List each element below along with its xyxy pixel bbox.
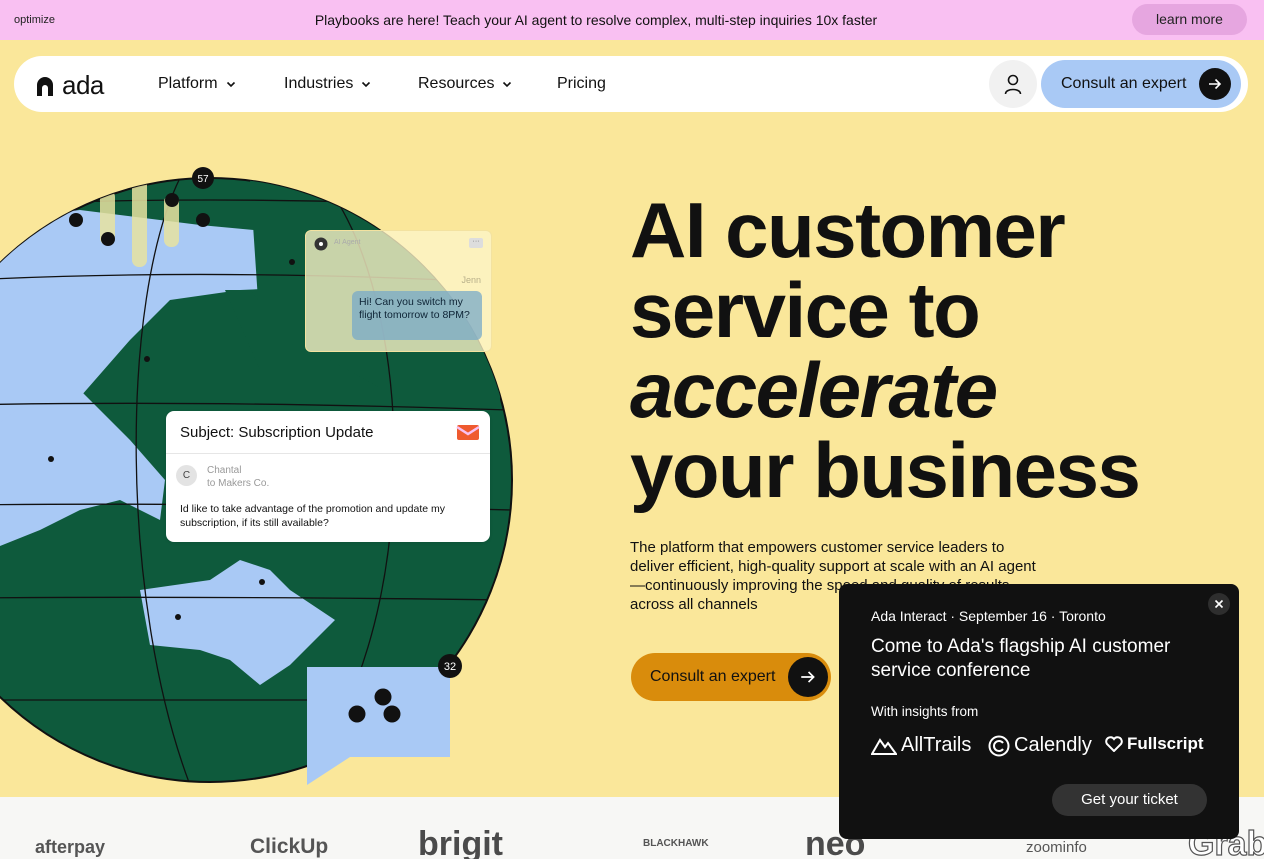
hero-consult-expert-button[interactable]: Consult an expert <box>631 653 831 701</box>
user-icon <box>1004 74 1022 95</box>
account-button[interactable] <box>989 60 1037 108</box>
sender-avatar: C <box>176 465 197 486</box>
chat-header: AI Agent <box>334 239 361 246</box>
hero-line-1: AI customer <box>630 186 1066 274</box>
chevron-down-icon <box>226 81 235 88</box>
ai-agent-icon <box>314 237 328 251</box>
main-nav: ada Platform Industries Resources Pricin… <box>14 56 1248 112</box>
brand-calendly: Calendly <box>988 734 1092 757</box>
event-promo-popup: Ada Interact · September 16 · Toronto Co… <box>839 584 1239 839</box>
hero-title: AI customer service to accelerate your b… <box>630 186 1141 514</box>
globe-badge-top: 57 <box>197 174 209 185</box>
logo-blackhawk: BLACKHAWK <box>643 838 709 849</box>
nav-item-label: Industries <box>284 75 354 92</box>
nav-consult-expert-button[interactable]: Consult an expert <box>1041 60 1241 108</box>
close-popup-button[interactable] <box>1208 593 1230 615</box>
brand-label: Fullscript <box>1127 734 1204 753</box>
get-ticket-button[interactable]: Get your ticket <box>1052 784 1207 816</box>
calendly-icon <box>988 735 1010 756</box>
event-details: Ada Interact · September 16 · Toronto <box>871 608 1106 624</box>
alltrails-icon <box>871 737 897 755</box>
email-divider <box>166 453 490 454</box>
logo-zoominfo: zoominfo <box>1026 839 1087 856</box>
learn-more-button[interactable]: learn more <box>1132 4 1247 35</box>
chevron-down-icon <box>503 81 512 88</box>
popup-headline: Come to Ada's flagship AI customer servi… <box>871 636 1171 681</box>
ada-logo-icon <box>37 76 53 96</box>
brand-fullscript: Fullscript <box>1105 734 1204 754</box>
nav-item-label: Platform <box>158 75 218 92</box>
nav-item-resources[interactable]: Resources <box>418 75 512 93</box>
nav-item-platform[interactable]: Platform <box>158 75 236 93</box>
logo-brigit: brigit <box>418 825 503 859</box>
email-body: Id like to take advantage of the promoti… <box>180 503 446 529</box>
hero-line-3: accelerate <box>630 346 998 434</box>
nav-item-label: Pricing <box>557 75 606 92</box>
ada-logo[interactable]: ada <box>34 70 104 101</box>
email-subject: Subject: Subscription Update <box>180 424 374 441</box>
hero-line-4: your business <box>630 426 1141 514</box>
nav-cta-label: Consult an expert <box>1061 75 1187 92</box>
insights-label: With insights from <box>871 704 979 719</box>
nav-item-industries[interactable]: Industries <box>284 75 371 93</box>
brand-label: AllTrails <box>901 734 972 756</box>
chat-bubble: Hi! Can you switch my flight tomorrow to… <box>352 291 482 340</box>
chat-menu-icon: ··· <box>469 238 483 248</box>
logo-clickup: ClickUp <box>250 835 329 858</box>
nav-item-label: Resources <box>418 75 495 92</box>
chevron-down-icon <box>362 81 371 88</box>
brand-label: Calendly <box>1014 734 1092 756</box>
banner-message[interactable]: Playbooks are here! Teach your AI agent … <box>0 12 1192 28</box>
email-sender: Chantal to Makers Co. <box>207 464 269 490</box>
chat-preview-card: AI Agent ··· Jenn Hi! Can you switch my … <box>305 230 492 352</box>
fullscript-icon <box>1105 736 1123 752</box>
email-preview-card: Subject: Subscription Update C Chantal t… <box>166 411 490 542</box>
announcement-banner: optimize Playbooks are here! Teach your … <box>0 0 1264 40</box>
arrow-right-icon <box>1199 68 1231 100</box>
sender-name: Chantal <box>207 465 242 476</box>
logo-text: ada <box>62 70 104 100</box>
globe-badge-bottom: 32 <box>444 661 456 673</box>
logo-afterpay: afterpay <box>35 837 106 857</box>
envelope-icon <box>456 425 480 440</box>
chat-sender: Jenn <box>461 275 481 285</box>
hero-cta-label: Consult an expert <box>650 668 776 685</box>
arrow-right-icon <box>788 657 828 697</box>
nav-item-pricing[interactable]: Pricing <box>557 75 606 93</box>
sender-recipient: to Makers Co. <box>207 478 270 489</box>
close-icon <box>1214 599 1224 609</box>
hero-line-2: service to <box>630 266 981 354</box>
brand-alltrails: AllTrails <box>871 734 971 757</box>
